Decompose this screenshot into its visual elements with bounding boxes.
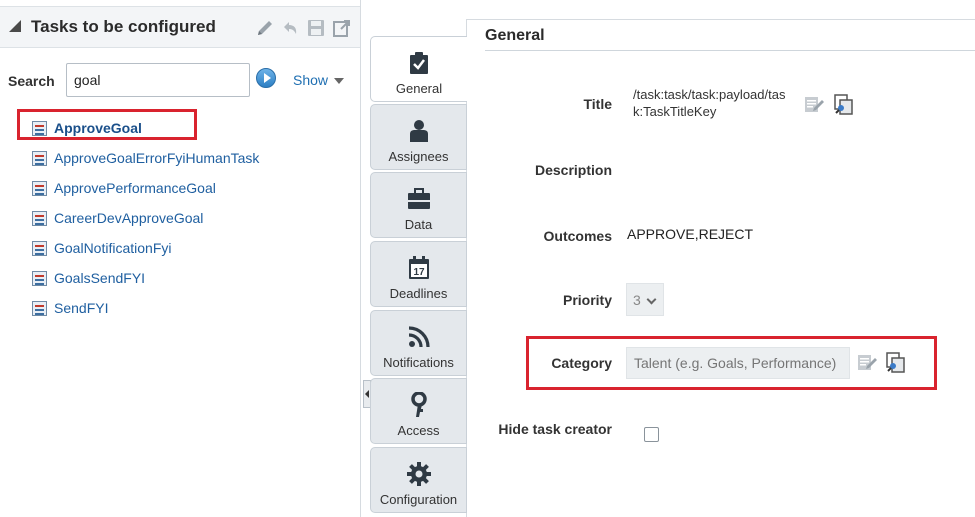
search-input[interactable] (66, 63, 250, 97)
calendar-day: 17 (413, 267, 425, 278)
undo-icon[interactable] (279, 17, 301, 39)
search-label: Search (8, 73, 55, 89)
outcomes-label: Outcomes (543, 228, 612, 244)
gear-icon (406, 462, 431, 486)
priority-label: Priority (562, 292, 612, 308)
export-icon[interactable] (331, 17, 353, 39)
highlight-box-task (17, 109, 197, 140)
clipboard-check-icon (409, 51, 429, 75)
task-item[interactable]: SendFYI (32, 297, 108, 319)
browse-icon[interactable] (833, 94, 853, 115)
highlight-box-category (526, 336, 937, 390)
pencil-icon[interactable] (254, 17, 276, 39)
form-top-border (466, 19, 975, 20)
tab-label: General (395, 81, 443, 96)
tab-notifications[interactable]: Notifications (370, 310, 467, 376)
tasks-panel: Tasks to be configured Search Show Appro… (0, 0, 361, 517)
tab-label: Deadlines (389, 286, 448, 301)
task-icon (32, 240, 47, 256)
task-item[interactable]: ApproveGoalErrorFyiHumanTask (32, 147, 259, 169)
task-label: GoalsSendFYI (54, 270, 146, 286)
task-label: CareerDevApproveGoal (54, 210, 204, 226)
hide-creator-checkbox[interactable] (644, 427, 659, 442)
key-icon (409, 392, 429, 417)
search-go-icon[interactable] (256, 68, 276, 88)
tab-label: Assignees (388, 149, 449, 164)
save-icon[interactable] (305, 17, 327, 39)
hide-creator-label: Hide task creator (498, 421, 612, 437)
task-icon (32, 180, 47, 196)
chevron-down-icon[interactable] (334, 78, 344, 84)
briefcase-icon (407, 187, 431, 211)
show-menu-link[interactable]: Show (293, 72, 328, 88)
tab-label: Notifications (383, 355, 454, 370)
tab-configuration[interactable]: Configuration (370, 447, 467, 513)
tab-data[interactable]: Data (370, 172, 467, 238)
priority-select[interactable]: 3 (626, 283, 664, 316)
task-label: ApproveGoalErrorFyiHumanTask (54, 150, 260, 166)
panel-title: Tasks to be configured (31, 17, 216, 36)
rss-icon (408, 325, 430, 349)
section-title: General (485, 27, 545, 44)
title-label: Title (583, 96, 612, 112)
tab-access[interactable]: Access (370, 378, 467, 444)
section-divider (485, 50, 975, 51)
description-label: Description (534, 162, 612, 178)
task-item[interactable]: GoalNotificationFyi (32, 237, 172, 259)
task-label: SendFYI (54, 300, 109, 316)
task-icon (32, 300, 47, 316)
task-item[interactable]: GoalsSendFYI (32, 267, 145, 289)
tab-general[interactable]: General (370, 36, 467, 102)
task-label: GoalNotificationFyi (54, 240, 172, 256)
task-icon (32, 210, 47, 226)
title-expression: /task:task/task:payload/task:TaskTitleKe… (633, 87, 786, 119)
tab-label: Configuration (379, 492, 458, 507)
task-icon (32, 270, 47, 286)
task-icon (32, 150, 47, 166)
task-label: ApprovePerformanceGoal (54, 180, 216, 196)
calendar-icon: 17 (408, 256, 430, 280)
collapse-panel-icon[interactable] (9, 20, 21, 32)
tab-deadlines[interactable]: 17 Deadlines (370, 241, 467, 307)
edit-expression-icon[interactable] (804, 94, 824, 114)
tab-assignees[interactable]: Assignees (370, 104, 467, 170)
task-item[interactable]: ApprovePerformanceGoal (32, 177, 216, 199)
tab-label: Access (397, 423, 440, 438)
task-item[interactable]: CareerDevApproveGoal (32, 207, 203, 229)
tab-label: Data (404, 217, 433, 232)
app-root: Tasks to be configured Search Show Appro… (0, 0, 975, 517)
priority-value: 3 (633, 292, 641, 308)
tasks-panel-header: Tasks to be configured (0, 6, 360, 48)
outcomes-value: APPROVE,REJECT (627, 226, 754, 242)
person-icon (409, 119, 429, 143)
